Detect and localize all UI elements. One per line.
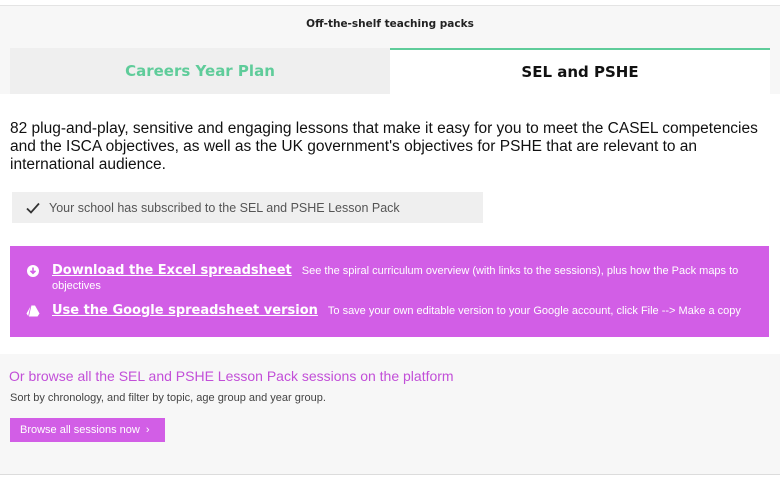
google-drive-icon bbox=[26, 305, 40, 317]
page-title: Off-the-shelf teaching packs bbox=[306, 18, 474, 30]
intro-text: 82 plug-and-play, sensitive and engaging… bbox=[10, 120, 758, 173]
browse-all-sessions-button[interactable]: Browse all sessions now › bbox=[10, 418, 165, 442]
checkmark-icon bbox=[26, 202, 40, 214]
tab-sel-and-pshe[interactable]: SEL and PSHE bbox=[390, 48, 770, 94]
browse-subtitle: Sort by chronology, and filter by topic,… bbox=[10, 392, 326, 404]
download-circle-icon bbox=[27, 265, 39, 277]
chevron-right-icon: › bbox=[145, 424, 150, 436]
subscription-notice: Your school has subscribed to the SEL an… bbox=[12, 192, 483, 223]
browse-button-label: Browse all sessions now bbox=[20, 424, 140, 436]
downloads-panel: Download the Excel spreadsheet See the sp… bbox=[10, 246, 769, 337]
tab-bar: Careers Year Plan SEL and PSHE bbox=[10, 48, 770, 94]
google-description: To save your own editable version to you… bbox=[327, 305, 741, 317]
tab-content-panel: 82 plug-and-play, sensitive and engaging… bbox=[0, 94, 780, 354]
tab-careers-year-plan[interactable]: Careers Year Plan bbox=[10, 48, 390, 94]
google-sheet-row: Use the Google spreadsheet version To sav… bbox=[26, 303, 756, 319]
excel-download-row: Download the Excel spreadsheet See the sp… bbox=[26, 263, 756, 294]
google-sheet-link[interactable]: Use the Google spreadsheet version bbox=[52, 303, 318, 318]
download-excel-link[interactable]: Download the Excel spreadsheet bbox=[52, 263, 292, 278]
notice-text: Your school has subscribed to the SEL an… bbox=[49, 200, 400, 215]
browse-heading[interactable]: Or browse all the SEL and PSHE Lesson Pa… bbox=[9, 368, 454, 384]
